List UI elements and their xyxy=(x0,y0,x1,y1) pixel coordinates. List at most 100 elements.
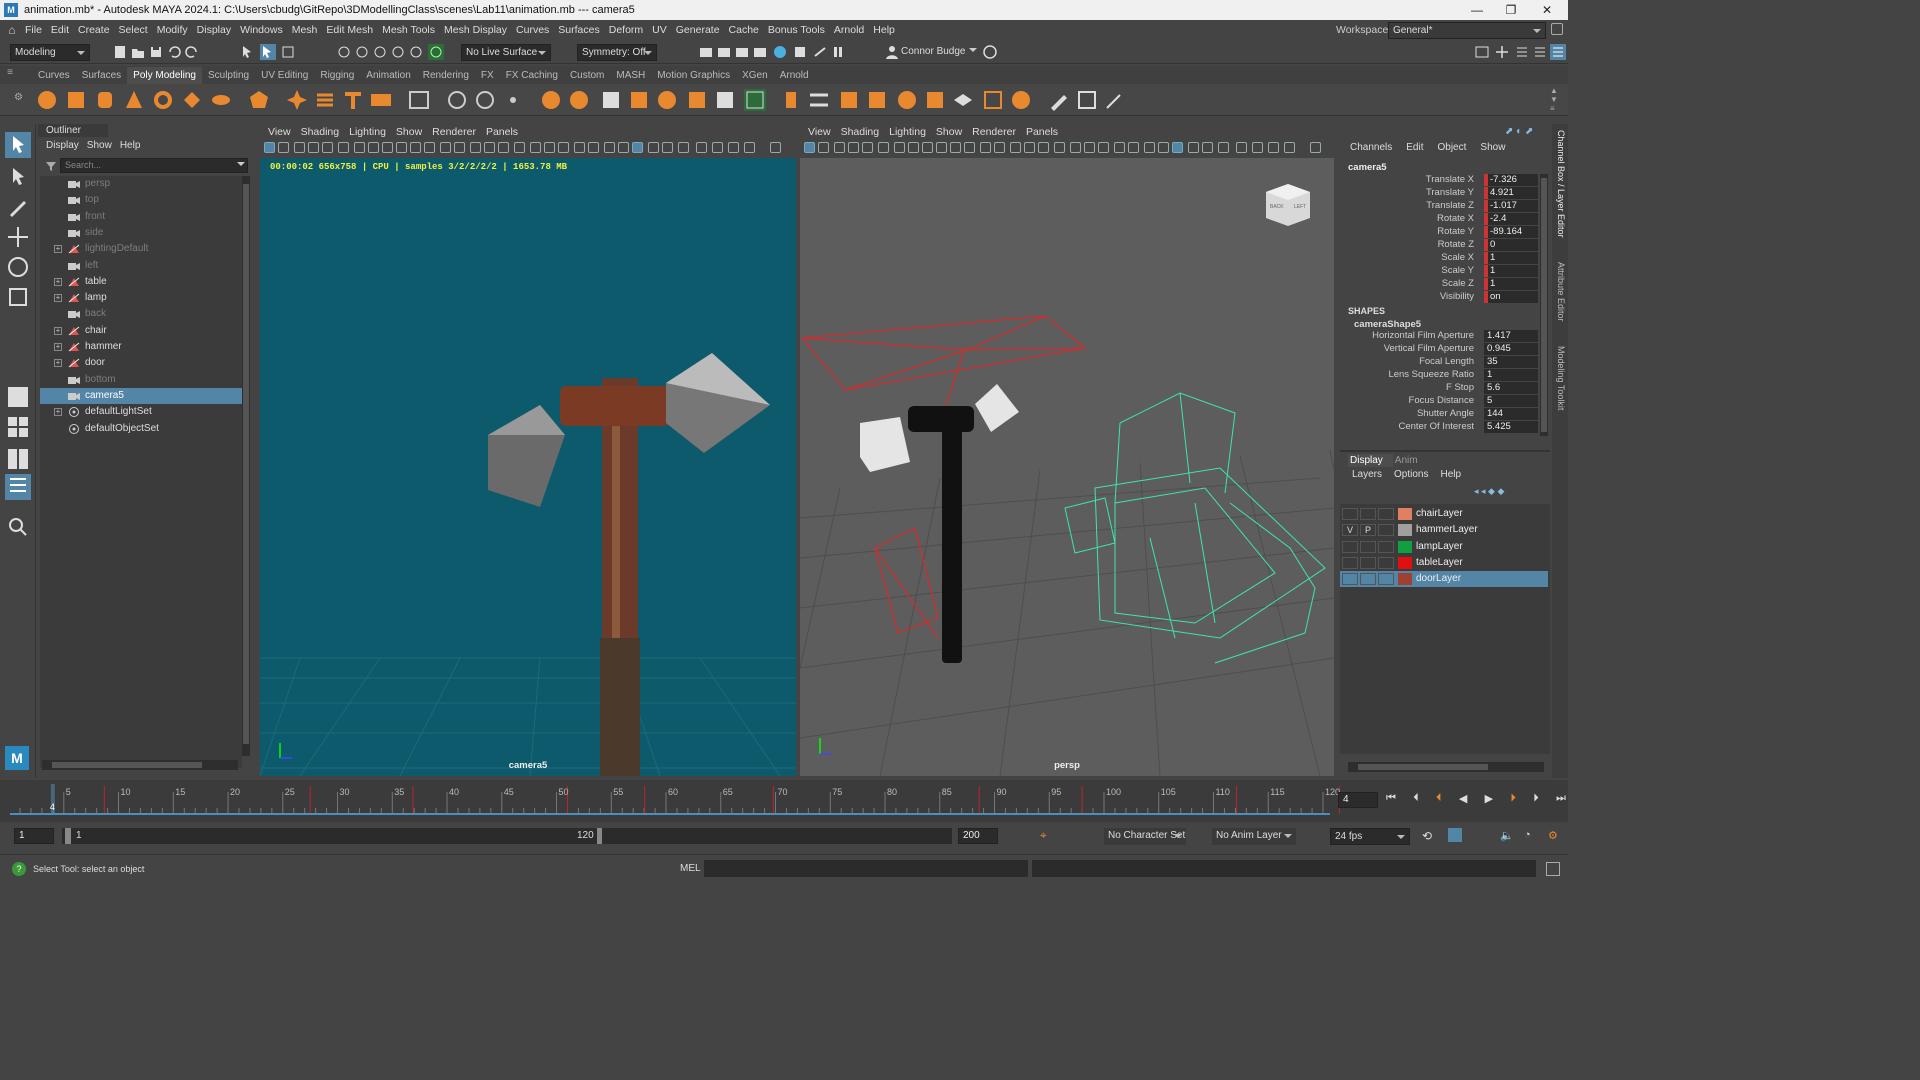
viewport-toolbar-button-icon[interactable] xyxy=(544,142,555,153)
layer-type-toggle[interactable] xyxy=(1378,540,1394,553)
layer-tab-display[interactable]: Display xyxy=(1348,454,1393,467)
outliner-item-left[interactable]: left xyxy=(40,258,242,274)
maximize-button[interactable]: ❐ xyxy=(1494,0,1528,20)
channel-shutter-angle[interactable]: Shutter Angle 144 xyxy=(1340,408,1540,421)
menu-edit[interactable]: Edit xyxy=(51,24,77,36)
viewport-toolbar-button-icon[interactable] xyxy=(454,142,465,153)
shelf-options-icon[interactable]: ⚙ xyxy=(14,92,23,103)
viewport-toolbar-button-icon[interactable] xyxy=(818,142,829,153)
expand-icon[interactable]: + xyxy=(54,359,62,368)
viewport-menu-view[interactable]: View xyxy=(808,126,831,138)
type-icon[interactable] xyxy=(342,89,364,111)
outliner-horizontal-scrollbar[interactable] xyxy=(42,760,238,770)
select-object-icon[interactable] xyxy=(260,44,276,60)
expand-icon[interactable]: + xyxy=(54,277,62,286)
animation-prefs-icon[interactable]: ⚙ xyxy=(1548,829,1558,842)
menu-mesh-display[interactable]: Mesh Display xyxy=(444,24,515,36)
viewport-toolbar-button-icon[interactable] xyxy=(848,142,859,153)
shelf-tab-custom[interactable]: Custom xyxy=(564,67,610,84)
viewport-toolbar-button-icon[interactable] xyxy=(558,142,569,153)
menu-file[interactable]: File xyxy=(25,24,50,36)
channel-value-field[interactable]: 1.417 xyxy=(1484,330,1538,342)
channel-rotate-x[interactable]: Rotate X -2.4 xyxy=(1340,213,1540,226)
viewport-toolbar-button-icon[interactable] xyxy=(498,142,509,153)
outliner-menu-help[interactable]: Help xyxy=(120,140,141,151)
target-weld-icon[interactable] xyxy=(896,89,918,111)
channel-box-icon[interactable] xyxy=(1550,44,1566,60)
viewport-toolbar-button-icon[interactable] xyxy=(382,142,393,153)
outliner-item-lightingdefault[interactable]: + lightingDefault xyxy=(40,241,242,257)
layer-tab-anim[interactable]: Anim xyxy=(1393,454,1428,467)
shelf-tab-poly-modeling[interactable]: Poly Modeling xyxy=(127,67,202,84)
outliner-item-camera5[interactable]: camera5 xyxy=(40,387,242,404)
viewport-toolbar-button-icon[interactable] xyxy=(1038,142,1049,153)
viewport-menu-panels[interactable]: Panels xyxy=(486,126,518,138)
ipr-render-icon[interactable] xyxy=(734,44,750,60)
timeline-track[interactable]: 5 10 15 20 25 30 35 40 45 50 55 60 65 70 75 80 85 90 95 100… xyxy=(10,780,1340,822)
range-bar[interactable]: 1 120 xyxy=(62,828,603,844)
channel-rotate-z[interactable]: Rotate Z 0 xyxy=(1340,239,1540,252)
lasso-tool-icon[interactable] xyxy=(5,164,31,190)
layer-visibility-toggle[interactable] xyxy=(1342,508,1358,520)
expand-icon[interactable]: + xyxy=(54,343,62,351)
shelf-tab-sculpting[interactable]: Sculpting xyxy=(202,67,255,84)
outliner-search-input[interactable]: Search... xyxy=(60,158,248,173)
viewport-toolbar-button-icon[interactable] xyxy=(964,142,975,153)
viewport-toolbar-button-icon[interactable] xyxy=(514,142,525,153)
slide-edge-icon[interactable] xyxy=(1010,89,1032,111)
snap-view-icon[interactable] xyxy=(390,44,406,60)
platonic-solid-icon[interactable] xyxy=(248,89,270,111)
layer-visibility-toggle[interactable]: V xyxy=(1342,524,1358,537)
viewport-toolbar-button-icon[interactable] xyxy=(648,142,659,153)
channel-horizontal-film-aperture[interactable]: Horizontal Film Aperture 1.417 xyxy=(1340,330,1540,343)
menu-create[interactable]: Create xyxy=(78,24,118,36)
viewport-toolbar-button-icon[interactable] xyxy=(440,142,451,153)
multi-cut-icon[interactable] xyxy=(744,89,766,111)
select-component-icon[interactable] xyxy=(280,44,296,60)
home-icon[interactable]: ⌂ xyxy=(0,23,24,37)
viewport-toolbar-button-icon[interactable] xyxy=(338,142,349,153)
viewport-toolbar-button-icon[interactable] xyxy=(1054,142,1065,153)
channel-value-field[interactable]: -89.164 xyxy=(1484,226,1538,238)
poly-torus-icon[interactable] xyxy=(152,89,174,111)
viewport-menu-show[interactable]: Show xyxy=(396,126,422,138)
mel-command-input[interactable] xyxy=(704,860,1028,877)
shelf-tab-animation[interactable]: Animation xyxy=(360,67,416,84)
layer-playback-toggle[interactable] xyxy=(1360,508,1376,520)
menu-cache[interactable]: Cache xyxy=(729,24,767,36)
outliner-item-back[interactable]: back xyxy=(40,306,242,322)
viewport-toolbar-button-icon[interactable] xyxy=(410,142,421,153)
channel-f-stop[interactable]: F Stop 5.6 xyxy=(1340,382,1540,395)
viewport-toolbar-button-icon[interactable] xyxy=(278,142,289,153)
layer-menu-layers[interactable]: Layers xyxy=(1352,469,1382,480)
play-forward-icon[interactable]: ▶ xyxy=(1485,792,1493,808)
menu-edit-mesh[interactable]: Edit Mesh xyxy=(326,24,381,36)
viewport-toolbar-button-icon[interactable] xyxy=(618,142,629,153)
viewport-menu-panels[interactable]: Panels xyxy=(1026,126,1058,138)
poly-cone-icon[interactable] xyxy=(123,89,145,111)
expand-icon[interactable]: + xyxy=(54,326,62,335)
channel-value-field[interactable]: 1 xyxy=(1484,252,1538,264)
super-shape-icon[interactable] xyxy=(286,89,308,111)
viewport-toolbar-button-icon[interactable] xyxy=(294,142,305,153)
shelf-tab-curves[interactable]: Curves xyxy=(32,67,76,84)
viewport-toolbar-button-icon[interactable] xyxy=(770,142,781,153)
rotate-tool-icon[interactable] xyxy=(5,254,31,280)
channel-box-side-tab[interactable]: Channel Box / Layer Editor xyxy=(1556,130,1566,238)
outliner-tab[interactable]: Outliner xyxy=(38,124,108,137)
open-scene-icon[interactable] xyxy=(130,44,146,60)
viewport-toolbar-button-icon[interactable] xyxy=(396,142,407,153)
shelf-tab-fx[interactable]: FX xyxy=(475,67,500,84)
menu-windows[interactable]: Windows xyxy=(240,24,291,36)
shelf-tab-mash[interactable]: MASH xyxy=(610,67,651,84)
wedge-icon[interactable] xyxy=(952,89,974,111)
channel-box-scrollbar[interactable] xyxy=(1540,174,1548,436)
layer-playback-toggle[interactable] xyxy=(1360,540,1376,553)
viewport-toolbar-button-icon[interactable] xyxy=(368,142,379,153)
start-time-field[interactable]: 1 xyxy=(14,828,54,844)
extract-icon[interactable] xyxy=(600,89,622,111)
channel-value-field[interactable]: 0 xyxy=(1484,239,1538,251)
outliner-item-table[interactable]: + table xyxy=(40,274,242,290)
layer-playback-toggle[interactable]: P xyxy=(1360,524,1376,537)
channel-menu-object[interactable]: Object xyxy=(1438,142,1467,153)
